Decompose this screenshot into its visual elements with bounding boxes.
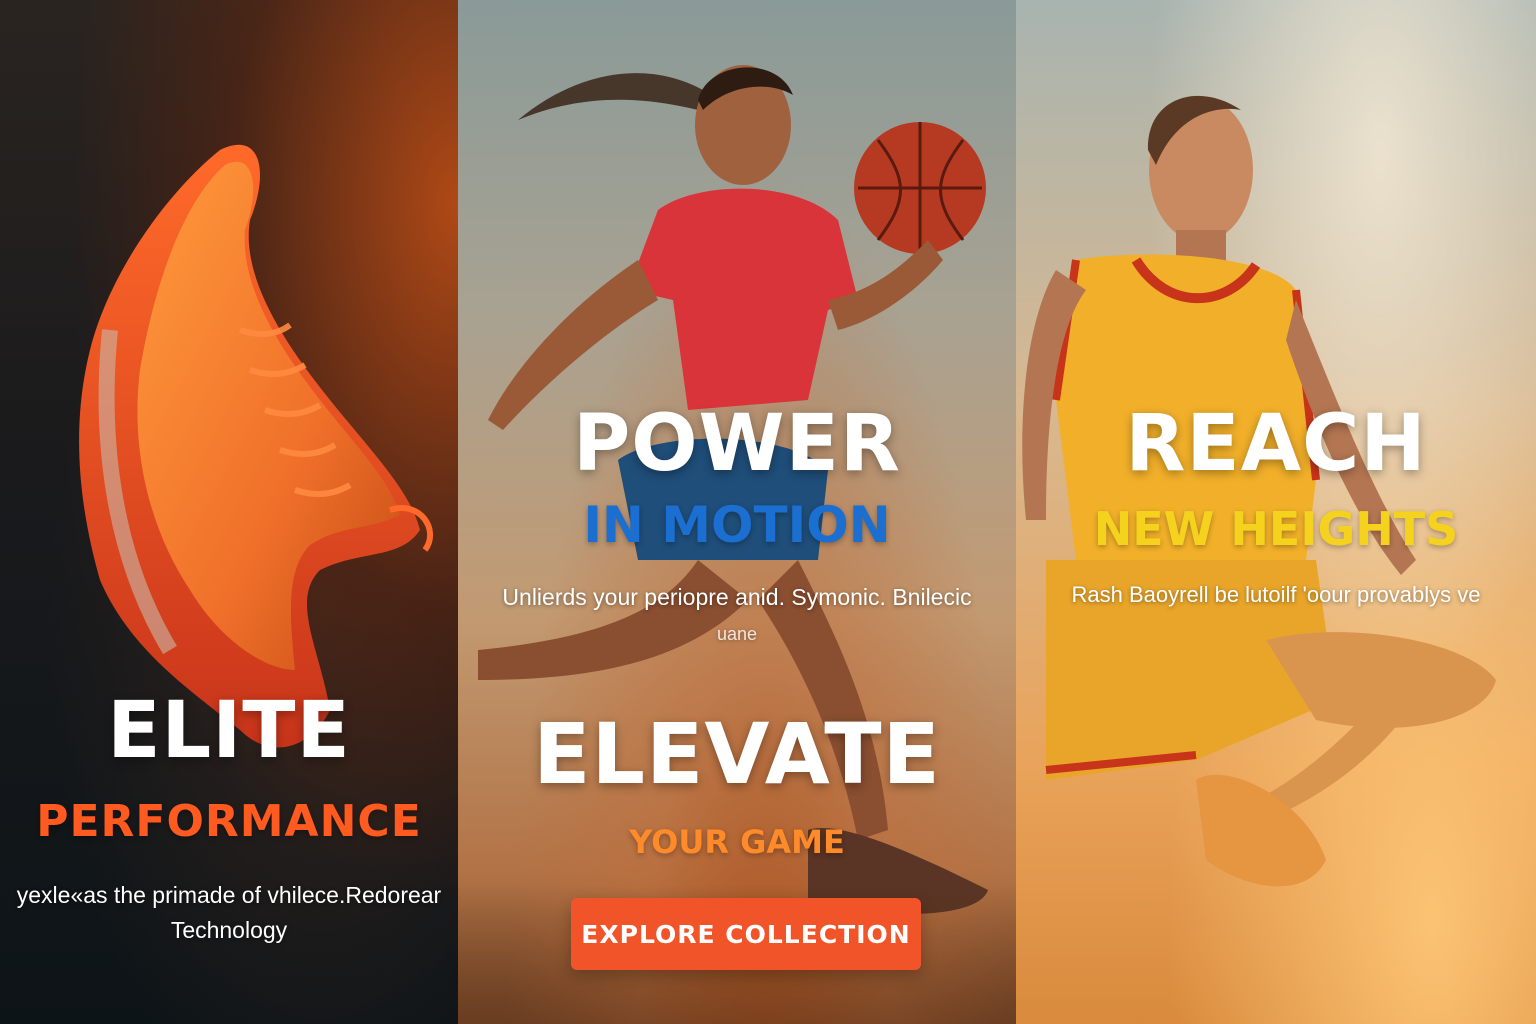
panel-2-headline-elevate: ELEVATE bbox=[533, 705, 941, 803]
panel-3-headline: REACH bbox=[1125, 399, 1427, 489]
panel-2-subheadline: IN MOTION bbox=[583, 496, 891, 554]
promo-page: ELITE PERFORMANCE yexle«as the primade o… bbox=[0, 0, 1536, 1024]
sneaker-image bbox=[79, 144, 433, 748]
panel-reach-new-heights: REACH NEW HEIGHTS Rash Baoyrell be lutoi… bbox=[1016, 0, 1536, 1024]
explore-collection-button[interactable]: EXPLORE COLLECTION bbox=[571, 898, 921, 970]
panel-2-body-extra: uane bbox=[716, 623, 758, 644]
panel-3-body: Rash Baoyrell be lutoilf 'oour provablys… bbox=[1071, 582, 1481, 607]
panel-2-headline: POWER bbox=[573, 399, 901, 489]
panel-1-subheadline: PERFORMANCE bbox=[36, 796, 422, 847]
panel-power-in-motion: POWER IN MOTION Unlierds your periopre a… bbox=[458, 0, 1016, 1024]
panel-2-subheadline-your-game: YOUR GAME bbox=[629, 823, 845, 861]
panel-2-body: Unlierds your periopre anid. Symonic. Bn… bbox=[478, 580, 996, 649]
panel-3-subheadline: NEW HEIGHTS bbox=[1093, 502, 1459, 556]
panel-1-body: yexle«as the primade of vhilece.Redorear… bbox=[16, 882, 442, 943]
panel-elite-performance: ELITE PERFORMANCE yexle«as the primade o… bbox=[0, 0, 458, 1024]
panel-1-headline: ELITE bbox=[107, 686, 351, 776]
panel-2-body-line: Unlierds your periopre anid. Symonic. Bn… bbox=[502, 584, 972, 610]
